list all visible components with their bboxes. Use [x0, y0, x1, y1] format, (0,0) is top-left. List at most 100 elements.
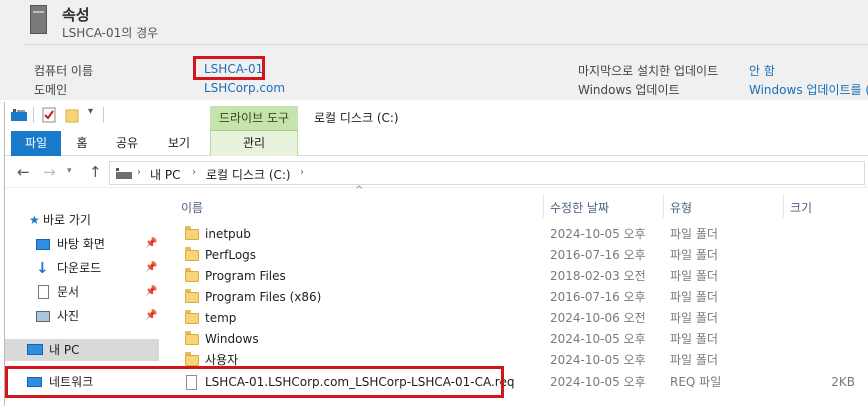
file-date: 2024-10-05 오후 ... — [550, 332, 650, 346]
desktop-icon — [36, 239, 50, 250]
drive-tools-group: 드라이브 도구 — [210, 106, 298, 131]
nav-label: 내 PC — [49, 343, 80, 357]
address-bar[interactable]: › 내 PC › 로컬 디스크 (C:) › — [109, 161, 865, 185]
customize-qat-icon[interactable]: ▾ — [88, 106, 93, 117]
pin-icon[interactable]: 📌 — [145, 305, 157, 327]
folder-icon — [185, 247, 199, 261]
breadcrumb-chevron[interactable]: › — [300, 167, 304, 178]
file-date: 2016-07-16 오후 ... — [550, 290, 650, 304]
pin-icon[interactable]: 📌 — [145, 233, 157, 255]
windows-update-label: Windows 업데이트 — [578, 83, 680, 97]
toolbar-divider — [33, 107, 34, 123]
file-row[interactable]: Program Files (x86) 2016-07-16 오후 ... 파일… — [177, 287, 868, 308]
file-type: 파일 폴더 — [670, 311, 718, 325]
tab-view[interactable]: 보기 — [162, 131, 196, 156]
column-header-name[interactable]: 이름 — [181, 199, 203, 216]
computer-name-label: 컴퓨터 이름 — [34, 64, 94, 78]
column-divider[interactable] — [663, 194, 664, 218]
folder-icon — [185, 268, 199, 282]
file-type: 파일 폴더 — [670, 290, 718, 304]
file-size: 2KB — [831, 375, 855, 389]
domain-label: 도메인 — [34, 83, 68, 97]
file-date: 2024-10-06 오전 ... — [550, 311, 650, 325]
properties-divider — [24, 44, 868, 45]
pin-icon[interactable]: 📌 — [145, 257, 157, 279]
pin-icon[interactable]: 📌 — [145, 281, 157, 303]
file-row[interactable]: Program Files 2018-02-03 오전 ... 파일 폴더 — [177, 266, 868, 287]
server-icon — [30, 5, 47, 34]
properties-title: 속성 — [62, 6, 90, 24]
file-name: PerfLogs — [205, 248, 257, 262]
tab-home[interactable]: 홈 — [67, 131, 97, 156]
nav-item-pictures[interactable]: 사진 📌 — [5, 305, 159, 327]
column-divider[interactable] — [543, 194, 544, 218]
column-header-date[interactable]: 수정한 날짜 — [550, 199, 609, 216]
folder-icon — [185, 289, 199, 303]
file-type: 파일 폴더 — [670, 332, 718, 346]
explorer-app-icon[interactable] — [11, 109, 27, 121]
file-date: 2016-07-16 오후 ... — [550, 248, 650, 262]
file-date: 2024-10-05 오후 ... — [550, 353, 650, 367]
download-arrow-icon: ↓ — [36, 259, 49, 277]
pictures-icon — [36, 311, 50, 322]
document-icon — [38, 285, 49, 299]
domain-link[interactable]: LSHCorp.com — [204, 81, 285, 95]
nav-item-desktop[interactable]: 바탕 화면 📌 — [5, 233, 159, 255]
nav-label: 바로 가기 — [43, 213, 91, 227]
file-row[interactable]: temp 2024-10-06 오전 ... 파일 폴더 — [177, 308, 868, 329]
breadcrumb-drive[interactable]: 로컬 디스크 (C:) — [206, 166, 291, 183]
new-folder-icon[interactable] — [65, 107, 79, 123]
file-type: 파일 폴더 — [670, 269, 718, 283]
folder-icon — [185, 310, 199, 324]
windows-update-link[interactable]: Windows 업데이트를 ( — [749, 81, 868, 98]
sort-ascending-icon: ^ — [355, 185, 364, 196]
file-row[interactable]: PerfLogs 2016-07-16 오후 ... 파일 폴더 — [177, 245, 868, 266]
column-header-type[interactable]: 유형 — [670, 199, 692, 216]
properties-check-icon[interactable] — [42, 107, 56, 123]
file-name: Program Files (x86) — [205, 290, 322, 304]
breadcrumb-this-pc[interactable]: 내 PC — [150, 166, 180, 183]
column-header-size[interactable]: 크기 — [790, 199, 812, 216]
file-row[interactable]: inetpub 2024-10-05 오후 ... 파일 폴더 — [177, 224, 868, 245]
file-row[interactable]: Windows 2024-10-05 오후 ... 파일 폴더 — [177, 329, 868, 350]
computer-icon — [27, 344, 43, 355]
back-arrow-icon[interactable]: ← — [17, 163, 30, 181]
window-title: 로컬 디스크 (C:) — [314, 111, 399, 125]
file-name: Program Files — [205, 269, 286, 283]
nav-label: 사진 — [57, 309, 80, 323]
last-update-label: 마지막으로 설치한 업데이트 — [578, 64, 719, 78]
file-type: REQ 파일 — [670, 375, 722, 389]
tab-file[interactable]: 파일 — [11, 131, 61, 156]
folder-icon — [185, 331, 199, 345]
tab-manage[interactable]: 관리 — [210, 131, 298, 156]
this-pc-small-icon — [116, 168, 132, 179]
recent-locations-icon[interactable]: ▾ — [67, 166, 72, 176]
file-type: 파일 폴더 — [670, 227, 718, 241]
up-arrow-icon[interactable]: ↑ — [89, 163, 102, 181]
folder-icon — [185, 352, 199, 366]
nav-item-downloads[interactable]: ↓ 다운로드 📌 — [5, 257, 159, 279]
file-date: 2024-10-05 오후 ... — [550, 227, 650, 241]
breadcrumb-chevron[interactable]: › — [137, 167, 141, 178]
properties-subtitle: LSHCA-01의 경우 — [62, 26, 159, 40]
quick-access-toolbar: ▾ — [5, 102, 868, 129]
nav-item-quick-access[interactable]: ★ 바로 가기 — [5, 209, 159, 231]
tab-share[interactable]: 공유 — [110, 131, 144, 156]
toolbar-divider — [103, 107, 104, 123]
nav-label: 바탕 화면 — [57, 237, 105, 251]
column-divider[interactable] — [783, 194, 784, 218]
last-update-link[interactable]: 안 함 — [749, 62, 775, 79]
req-file-highlight — [5, 366, 504, 398]
file-type: 파일 폴더 — [670, 248, 718, 262]
file-name: inetpub — [205, 227, 251, 241]
nav-item-this-pc[interactable]: 내 PC — [5, 339, 159, 361]
nav-label: 다운로드 — [57, 261, 102, 275]
nav-label: 문서 — [57, 285, 80, 299]
file-date: 2024-10-05 오후 ... — [550, 375, 650, 389]
breadcrumb-chevron[interactable]: › — [192, 167, 196, 178]
file-explorer-window: ▾ 드라이브 도구 로컬 디스크 (C:) 파일 홈 공유 보기 관리 ← → … — [4, 102, 868, 406]
nav-item-documents[interactable]: 문서 📌 — [5, 281, 159, 303]
forward-arrow-icon[interactable]: → — [43, 163, 56, 181]
address-row: ← → ▾ ↑ › 내 PC › 로컬 디스크 (C:) › — [5, 157, 868, 188]
file-name: Windows — [205, 332, 259, 346]
